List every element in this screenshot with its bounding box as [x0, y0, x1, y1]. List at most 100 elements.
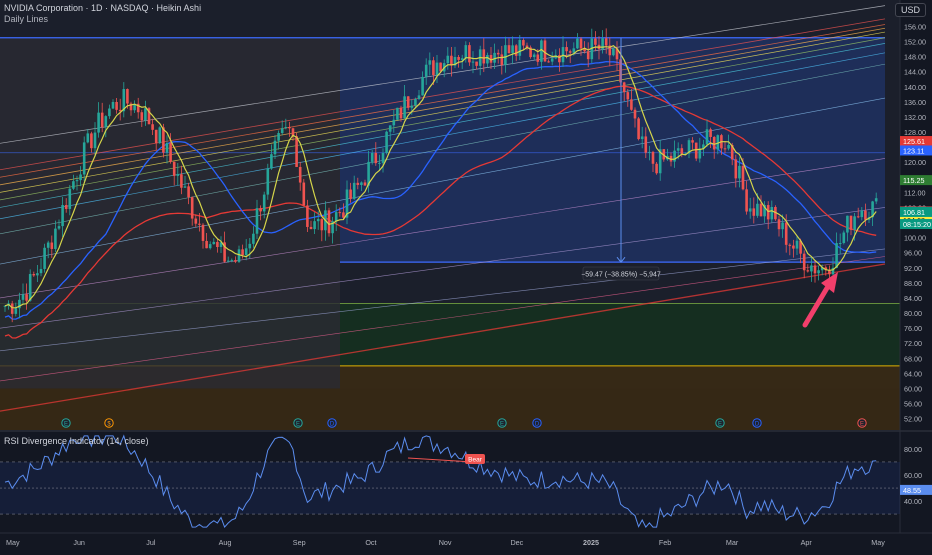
price-label: 08:15:20	[903, 220, 931, 229]
candle-body	[406, 96, 410, 108]
event-marker-icon: D	[755, 422, 760, 428]
candle-body	[424, 64, 428, 77]
price-tick-label: 92.00	[904, 264, 922, 273]
candle-body	[781, 222, 784, 230]
event-marker-icon: E	[860, 422, 864, 428]
candle-body	[288, 127, 291, 129]
candle-body	[630, 99, 633, 110]
price-chart[interactable]: −59.47 (−38.85%) −5,947E $ E D E D E D E52.0056.…	[0, 0, 932, 550]
time-tick-label: Aug	[219, 538, 232, 547]
time-axis	[0, 533, 932, 550]
candle-body	[813, 265, 817, 274]
candle-body	[68, 188, 72, 209]
candle-body	[126, 89, 129, 104]
candle-body	[234, 260, 237, 262]
candle-body	[540, 40, 543, 62]
candle-body	[28, 274, 32, 301]
candle-body	[61, 205, 64, 227]
price-tick-label: 64.00	[904, 369, 922, 378]
candle-body	[50, 242, 54, 249]
candle-body	[594, 38, 597, 45]
candle-body	[640, 136, 644, 140]
candle-body	[788, 244, 792, 246]
candle-body	[298, 166, 302, 183]
candle-body	[169, 143, 172, 162]
candle-body	[676, 148, 680, 151]
candle-body	[475, 61, 478, 66]
candle-body	[46, 242, 50, 248]
candle-body	[838, 243, 842, 245]
candle-body	[874, 198, 878, 202]
measure-label: −59.47 (−38.85%) −5,947	[581, 272, 661, 279]
candle-body	[10, 303, 14, 314]
candle-body	[565, 47, 568, 52]
candle-body	[860, 210, 864, 218]
candle-body	[536, 54, 540, 62]
candle-body	[277, 133, 280, 141]
event-marker-icon: E	[500, 422, 504, 428]
candle-body	[421, 76, 424, 96]
time-tick-label: Feb	[659, 538, 671, 547]
rsi-panel-title: RSI Divergence Indicator (14, close)	[4, 436, 149, 446]
candle-body	[745, 189, 748, 212]
indicator-name: Daily Lines	[4, 14, 49, 24]
candle-body	[846, 215, 849, 233]
price-tick-label: 120.00	[904, 158, 926, 167]
price-tick-label: 68.00	[904, 354, 922, 363]
candle-body	[190, 197, 194, 219]
candle-body	[320, 219, 324, 231]
candle-body	[766, 205, 770, 220]
candle-body	[496, 52, 500, 55]
candle-body	[738, 165, 741, 179]
candle-body	[212, 241, 216, 245]
candle-body	[342, 212, 345, 218]
candle-body	[651, 151, 655, 164]
candle-body	[374, 152, 378, 164]
candle-body	[216, 241, 219, 248]
candle-body	[694, 142, 698, 159]
price-label: 106.81	[903, 208, 925, 217]
candle-body	[817, 270, 820, 274]
price-label: 125.61	[903, 137, 925, 146]
candle-body	[435, 62, 439, 76]
candle-body	[75, 180, 79, 182]
candle-body	[176, 174, 180, 176]
candle-body	[428, 60, 432, 65]
candle-body	[504, 45, 507, 66]
candle-body	[54, 228, 57, 249]
candle-body	[835, 243, 838, 268]
candle-body	[741, 165, 745, 190]
time-tick-label: 2025	[583, 538, 599, 547]
candle-body	[151, 124, 154, 130]
candle-body	[349, 189, 352, 199]
candle-body	[532, 54, 536, 58]
event-marker-icon: D	[330, 422, 335, 428]
candle-body	[262, 194, 266, 212]
price-tick-label: 140.00	[904, 83, 926, 92]
candle-body	[842, 232, 846, 244]
candle-body	[752, 208, 756, 216]
candle-body	[259, 208, 262, 212]
time-tick-label: May	[871, 538, 885, 547]
candle-body	[417, 95, 421, 99]
price-tick-label: 60.00	[904, 385, 922, 394]
price-tick-label: 76.00	[904, 324, 922, 333]
candle-body	[352, 182, 356, 199]
currency-button[interactable]: USD	[894, 3, 926, 17]
candle-body	[414, 98, 417, 106]
candle-body	[338, 212, 342, 214]
price-tick-label: 136.00	[904, 98, 926, 107]
candle-body	[792, 245, 795, 249]
candle-body	[547, 61, 550, 63]
candle-body	[518, 40, 522, 56]
candle-body	[104, 116, 108, 128]
candle-body	[795, 240, 799, 249]
candle-body	[759, 203, 763, 217]
candle-body	[93, 132, 97, 149]
candle-body	[115, 101, 118, 110]
rsi-tick-label: 80.00	[904, 445, 922, 454]
candle-body	[579, 38, 583, 49]
price-tick-label: 88.00	[904, 279, 922, 288]
price-tick-label: 128.00	[904, 128, 926, 137]
candle-body	[680, 148, 684, 154]
